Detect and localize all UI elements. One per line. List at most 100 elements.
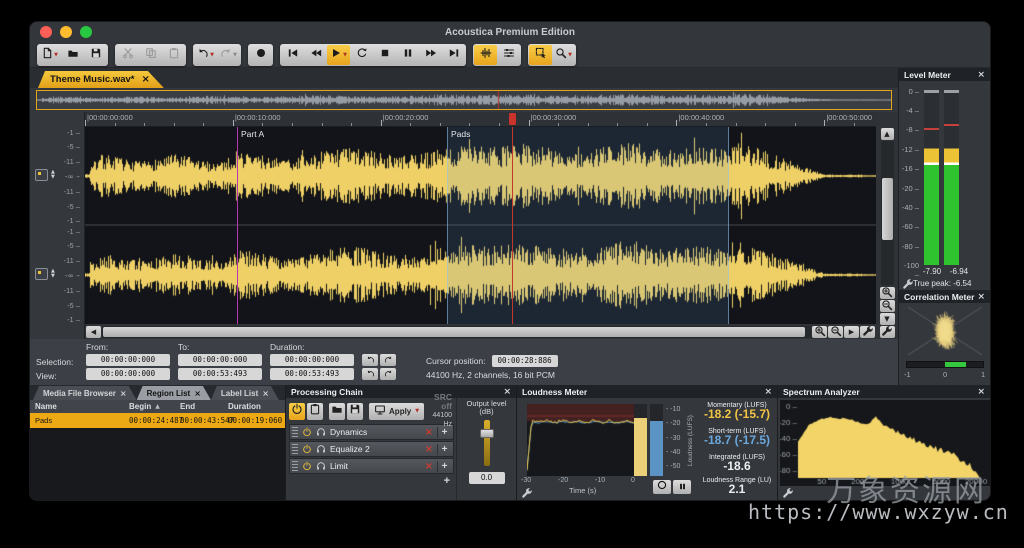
channel-controls[interactable]: ▲▼ [35,268,55,280]
scroll-left-button[interactable]: ◀ [86,326,101,338]
tab-close-icon[interactable]: × [262,389,269,398]
drag-handle-icon[interactable] [292,461,298,471]
spectrum-analyzer-close-icon[interactable]: × [977,387,985,397]
cursor-position-field[interactable]: 00:00:28:886 [492,355,558,367]
zoom-in-v-button[interactable] [880,287,895,299]
region-row-selected[interactable]: Pads 00:00:24:487 00:00:43:547 00:00:19:… [30,413,285,428]
chain-save-button[interactable] [347,403,363,420]
loudness-pause-button[interactable] [673,480,691,494]
loudness-settings-button[interactable] [521,486,533,500]
processing-chain-close-icon[interactable]: × [503,387,511,397]
zoom-tool-button[interactable]: ▼ [552,45,575,65]
channel-spinner[interactable]: ▲▼ [51,269,55,279]
effect-headphones-icon[interactable] [316,444,326,454]
level-meter-close-icon[interactable]: × [977,70,985,80]
correlation-meter-close-icon[interactable]: × [977,292,985,302]
selection-duration-field[interactable]: 00:00:00:000 [270,354,354,366]
effect-add-button[interactable]: + [437,461,451,472]
copy-button[interactable] [139,45,162,65]
overview-waveform-canvas[interactable] [37,91,891,109]
rewind-button[interactable] [304,45,327,65]
channel-select-box[interactable] [35,268,48,280]
vscroll-track[interactable] [881,141,894,285]
pause-button[interactable] [396,45,419,65]
fast-forward-button[interactable] [419,45,442,65]
chain-power-button[interactable] [289,403,305,420]
effect-row[interactable]: Equalize 2×+ [289,441,454,457]
effect-remove-button[interactable]: × [425,444,433,455]
loudness-reset-button[interactable] [653,480,671,494]
record-button[interactable] [249,45,272,65]
maximize-window-button[interactable] [80,26,92,38]
zoom-out-v-button[interactable] [880,300,895,312]
selection-undo-button[interactable] [362,354,378,366]
loudness-meter-close-icon[interactable]: × [764,387,772,397]
effect-headphones-icon[interactable] [316,427,326,437]
zoom-in-h-button[interactable] [812,326,827,338]
output-level-value[interactable]: 0.0 [469,472,505,484]
undo-button[interactable]: ▼ [194,45,217,65]
column-header-duration[interactable]: Duration [223,402,285,411]
close-window-button[interactable] [40,26,52,38]
column-header-end[interactable]: End [175,402,223,411]
loop-button[interactable] [350,45,373,65]
slider-handle[interactable] [480,429,494,438]
marker-line[interactable] [237,127,238,324]
view-to-field[interactable]: 00:00:53:493 [178,368,262,380]
effect-power-icon[interactable] [302,427,312,437]
playhead-flag[interactable] [509,113,516,125]
view-duration-field[interactable]: 00:00:53:493 [270,368,354,380]
add-effect-button[interactable]: + [444,475,450,489]
view-from-field[interactable]: 00:00:00:000 [86,368,170,380]
stop-button[interactable] [373,45,396,65]
effect-add-button[interactable]: + [437,444,451,455]
selection-to-field[interactable]: 00:00:00:000 [178,354,262,366]
effect-row[interactable]: Dynamics×+ [289,424,454,440]
vscroll-thumb[interactable] [882,178,893,240]
channel-select-box[interactable] [35,169,48,181]
chain-paste-button[interactable] [307,403,323,420]
save-button[interactable] [84,45,107,65]
column-header-name[interactable]: Name [30,402,124,411]
tab-close-icon[interactable]: × [194,389,201,398]
tab-label-list[interactable]: Label List× [211,386,279,400]
cut-button[interactable] [116,45,139,65]
selection-from-field[interactable]: 00:00:00:000 [86,354,170,366]
play-button[interactable]: ▼ [327,45,350,65]
scroll-right-button[interactable]: ▶ [844,326,859,338]
go-to-end-button[interactable] [442,45,465,65]
spectrum-settings-button[interactable] [782,486,794,500]
effect-headphones-icon[interactable] [316,461,326,471]
view-undo-button[interactable] [362,368,378,380]
drag-handle-icon[interactable] [292,427,298,437]
tab-close-icon[interactable]: × [120,389,127,398]
time-ruler[interactable]: |00:00:00:000|00:00:10:000|00:00:20:000|… [85,112,876,127]
effect-remove-button[interactable]: × [425,427,433,438]
scroll-up-button[interactable]: ▲ [881,128,894,140]
open-file-button[interactable] [61,45,84,65]
selection-region[interactable]: Pads [447,127,729,324]
selection-tool-button[interactable] [529,45,552,65]
chain-open-button[interactable] [329,403,345,420]
selection-redo-button[interactable] [380,354,396,366]
effect-power-icon[interactable] [302,461,312,471]
effect-row[interactable]: Limit×+ [289,458,454,474]
effect-add-button[interactable]: + [437,427,451,438]
view-redo-button[interactable] [380,368,396,380]
vscroll-settings-button[interactable] [880,326,895,338]
redo-button[interactable]: ▼ [217,45,240,65]
hscroll-thumb[interactable] [103,327,805,337]
waveform-channels[interactable]: Pads Part A [85,127,876,324]
tab-region-list[interactable]: Region List× [137,386,211,400]
region-table-empty-area[interactable] [30,428,285,500]
channel-spinner[interactable]: ▲▼ [51,170,55,180]
zoom-out-h-button[interactable] [828,326,843,338]
go-to-start-button[interactable] [281,45,304,65]
effect-power-icon[interactable] [302,444,312,454]
tab-media-file-browser[interactable]: Media File Browser× [33,386,137,400]
slider-track[interactable] [484,420,490,466]
hscroll-settings-button[interactable] [860,326,875,338]
apply-button[interactable]: Apply ▼ [369,403,424,420]
drag-handle-icon[interactable] [292,444,298,454]
output-level-slider[interactable] [480,420,494,466]
